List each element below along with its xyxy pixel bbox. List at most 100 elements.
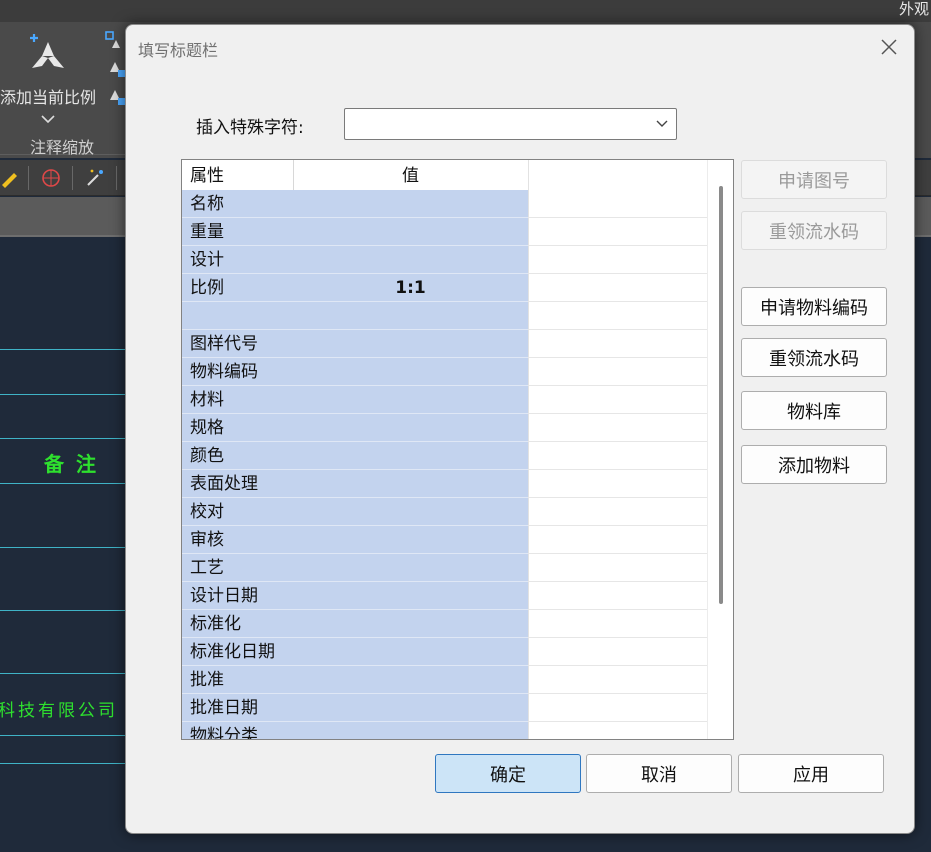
title-block-dialog: 填写标题栏 插入特殊字符: 属性 值 名称 重量 设计 比例 1:1 图样代号 物料编码 材料… <box>125 24 915 834</box>
grid-cell-empty <box>528 470 708 498</box>
grid-header-divider <box>293 160 294 192</box>
grid-cell-empty <box>528 666 708 694</box>
pencil-icon[interactable] <box>0 167 22 189</box>
drawing-line <box>0 438 125 439</box>
target-icon[interactable] <box>40 167 62 189</box>
property-grid[interactable]: 属性 值 名称 重量 设计 比例 1:1 图样代号 物料编码 材料 规格 颜色 表面处理 校对 审核 工艺… <box>181 159 734 740</box>
grid-cell-value[interactable] <box>293 666 528 694</box>
chevron-down-icon[interactable] <box>38 112 58 126</box>
table-row[interactable]: 设计日期 <box>182 582 708 610</box>
drawing-line <box>0 349 125 350</box>
table-row[interactable]: 名称 <box>182 190 708 218</box>
table-row[interactable]: 规格 <box>182 414 708 442</box>
cancel-button[interactable]: 取消 <box>586 754 732 793</box>
grid-cell-empty <box>528 190 708 218</box>
grid-cell-empty <box>528 694 708 722</box>
insert-special-char-select[interactable] <box>344 108 677 140</box>
grid-cell-property: 表面处理 <box>182 470 293 498</box>
scale-list-icon[interactable] <box>104 30 126 52</box>
grid-cell-value[interactable] <box>293 526 528 554</box>
grid-cell-property: 工艺 <box>182 554 293 582</box>
grid-cell-property: 物料分类 <box>182 722 293 739</box>
table-row[interactable]: 物料编码 <box>182 358 708 386</box>
ribbon-group-title: 注释缩放 <box>30 138 95 157</box>
grid-cell-empty <box>528 302 708 330</box>
ok-button[interactable]: 确定 <box>435 754 581 793</box>
grid-cell-value[interactable] <box>293 610 528 638</box>
drawing-line <box>0 673 125 674</box>
table-row[interactable]: 批准 <box>182 666 708 694</box>
grid-cell-value[interactable] <box>293 246 528 274</box>
grid-cell-value[interactable] <box>293 554 528 582</box>
grid-cell-value[interactable] <box>293 386 528 414</box>
grid-header-row: 属性 值 <box>182 162 708 190</box>
grid-cell-property: 名称 <box>182 190 293 218</box>
grid-cell-empty <box>528 526 708 554</box>
grid-scrollbar[interactable] <box>707 160 733 739</box>
grid-cell-value[interactable] <box>293 582 528 610</box>
grid-header-property: 属性 <box>190 166 224 186</box>
grid-cell-value[interactable] <box>293 190 528 218</box>
toolbar-divider <box>28 166 29 190</box>
table-row[interactable]: 物料分类 <box>182 722 708 739</box>
grid-cell-value[interactable] <box>293 498 528 526</box>
grid-cell-empty <box>528 582 708 610</box>
drawing-line <box>0 394 125 395</box>
grid-cell-value[interactable] <box>293 302 528 330</box>
grid-cell-property: 标准化日期 <box>182 638 293 666</box>
magic-wand-icon[interactable] <box>84 167 106 189</box>
grid-cell-empty <box>528 722 708 739</box>
grid-cell-property: 重量 <box>182 218 293 246</box>
material-library-button[interactable]: 物料库 <box>741 391 887 430</box>
app-top-bar: 外观 <box>0 0 931 22</box>
grid-cell-empty <box>528 498 708 526</box>
appearance-menu[interactable]: 外观 <box>899 0 929 20</box>
grid-cell-value[interactable] <box>293 414 528 442</box>
chevron-down-icon[interactable] <box>656 119 668 129</box>
drawing-note-text: 备注 <box>44 452 108 476</box>
apply-button[interactable]: 应用 <box>738 754 884 793</box>
table-row[interactable]: 设计 <box>182 246 708 274</box>
grid-scrollbar-thumb[interactable] <box>719 186 723 604</box>
table-row[interactable]: 材料 <box>182 386 708 414</box>
table-row[interactable]: 标准化日期 <box>182 638 708 666</box>
table-row[interactable]: 表面处理 <box>182 470 708 498</box>
add-scale-small-icon[interactable] <box>104 58 126 80</box>
grid-cell-value[interactable] <box>293 218 528 246</box>
grid-cell-value[interactable] <box>293 694 528 722</box>
add-scale-button-label[interactable]: 添加当前比例 <box>0 84 125 108</box>
table-row[interactable]: 图样代号 <box>182 330 708 358</box>
add-scale-icon[interactable] <box>28 32 68 74</box>
grid-cell-value[interactable] <box>293 470 528 498</box>
close-icon[interactable] <box>878 36 900 58</box>
table-row[interactable]: 校对 <box>182 498 708 526</box>
reclaim-serial-code-button-2[interactable]: 重领流水码 <box>741 338 887 377</box>
table-row[interactable]: 审核 <box>182 526 708 554</box>
table-row[interactable]: 颜色 <box>182 442 708 470</box>
table-row[interactable]: 批准日期 <box>182 694 708 722</box>
table-row[interactable]: 比例 1:1 <box>182 274 708 302</box>
reclaim-serial-code-button-1[interactable]: 重领流水码 <box>741 211 887 250</box>
grid-cell-value[interactable] <box>293 330 528 358</box>
dialog-titlebar[interactable]: 填写标题栏 <box>126 25 914 69</box>
apply-material-code-button[interactable]: 申请物料编码 <box>741 287 887 326</box>
grid-cell-value[interactable] <box>293 358 528 386</box>
grid-cell-property: 设计日期 <box>182 582 293 610</box>
drawing-line <box>0 547 125 548</box>
grid-cell-property: 审核 <box>182 526 293 554</box>
table-row[interactable] <box>182 302 708 330</box>
grid-cell-value[interactable] <box>293 638 528 666</box>
table-row[interactable]: 工艺 <box>182 554 708 582</box>
grid-cell-property: 标准化 <box>182 610 293 638</box>
insert-special-char-label: 插入特殊字符: <box>196 118 304 138</box>
apply-drawing-number-button[interactable]: 申请图号 <box>741 160 887 199</box>
grid-cell-property: 设计 <box>182 246 293 274</box>
drawing-line <box>0 735 125 736</box>
grid-cell-value[interactable] <box>293 442 528 470</box>
grid-cell-value[interactable] <box>293 722 528 739</box>
grid-cell-value[interactable]: 1:1 <box>293 274 528 302</box>
table-row[interactable]: 重量 <box>182 218 708 246</box>
add-material-button[interactable]: 添加物料 <box>741 445 887 484</box>
table-row[interactable]: 标准化 <box>182 610 708 638</box>
grid-cell-property: 物料编码 <box>182 358 293 386</box>
